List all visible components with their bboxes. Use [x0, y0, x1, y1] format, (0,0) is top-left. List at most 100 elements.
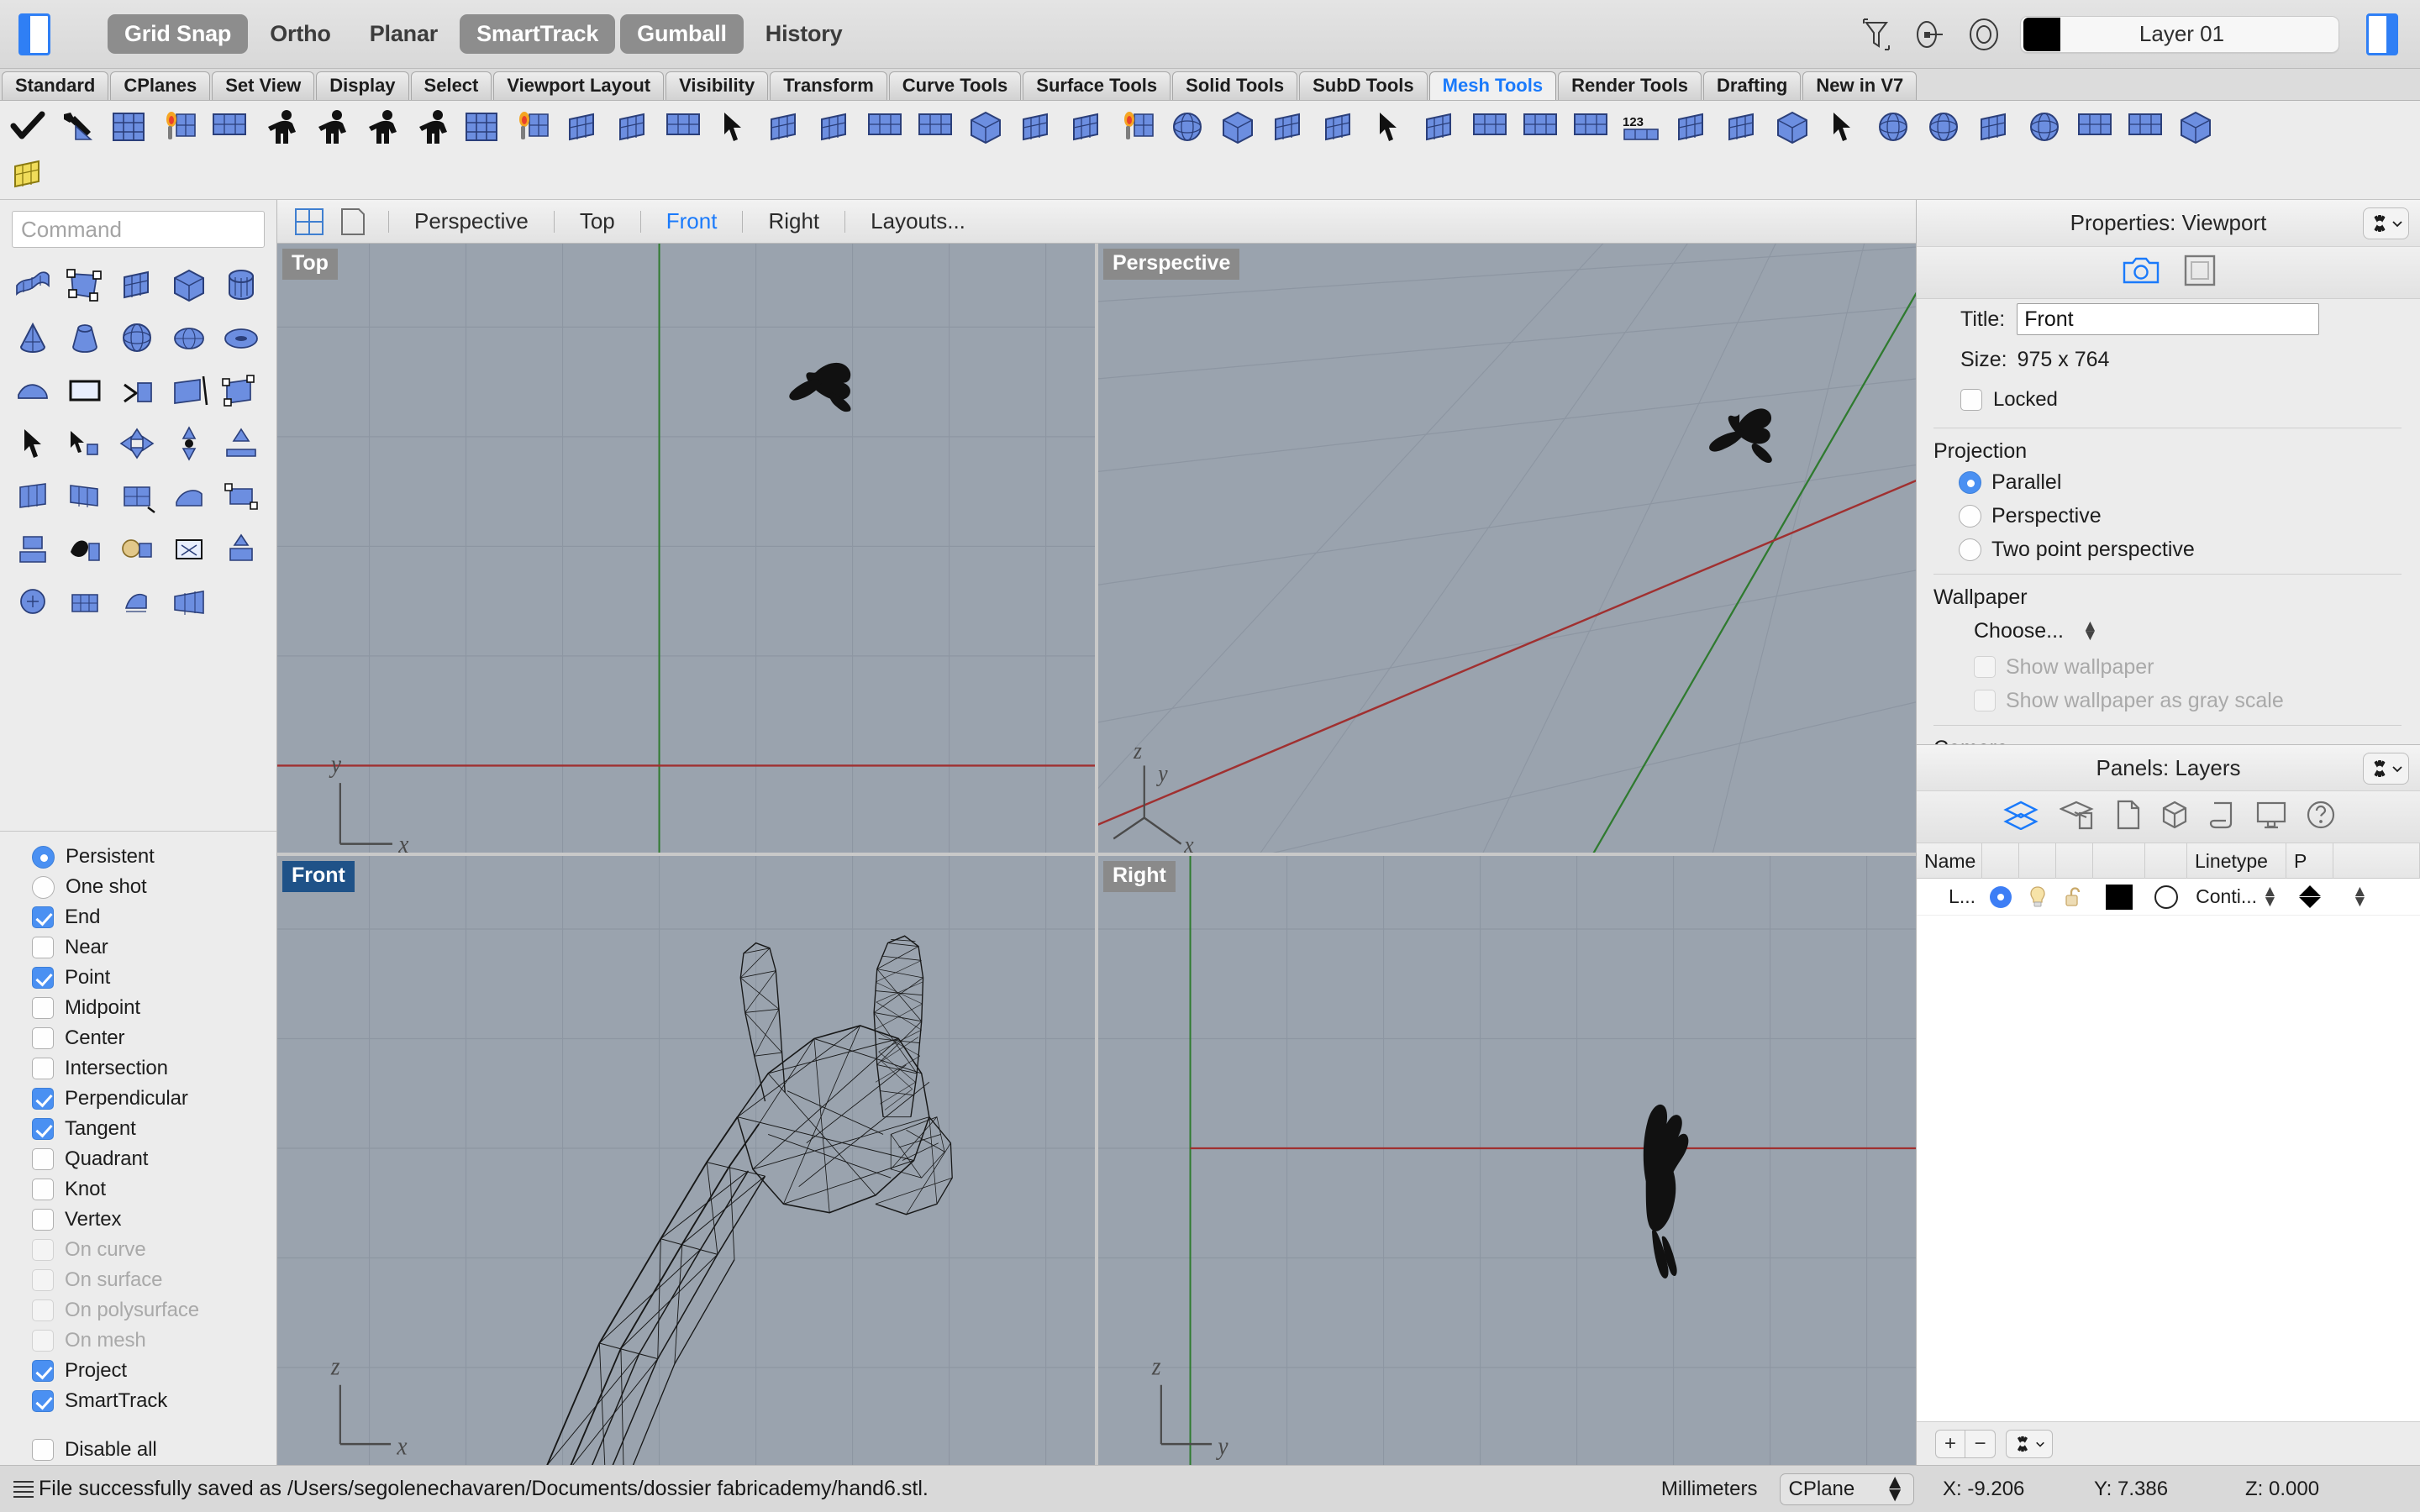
layer-col-current[interactable] — [1982, 843, 2019, 879]
tab-mesh-tools[interactable]: Mesh Tools — [1428, 71, 1557, 100]
chevron-updown-icon[interactable]: ▲ ▼ — [2352, 884, 2368, 910]
record-icon[interactable] — [1966, 15, 2002, 54]
layer-col-linetype[interactable]: Linetype — [2187, 843, 2286, 879]
toggle-grid-snap[interactable]: Grid Snap — [108, 14, 249, 54]
mesh-align-icon[interactable] — [113, 471, 161, 522]
mesh-vertex-icon[interactable] — [1516, 104, 1565, 150]
osnap-checkbox[interactable] — [32, 1058, 54, 1079]
mesh-cone-icon[interactable] — [1667, 104, 1716, 150]
mesh-offset-icon[interactable] — [8, 524, 57, 575]
toggle-gumball[interactable]: Gumball — [620, 14, 744, 54]
four-view-layout-icon[interactable] — [292, 207, 326, 237]
mesh-close-icon[interactable] — [8, 577, 57, 627]
osnap-project[interactable]: Project — [32, 1356, 276, 1386]
viewport-top[interactable]: y x Top — [277, 244, 1095, 853]
chevron-updown-icon[interactable]: ▲ ▼ — [2262, 884, 2278, 910]
osnap-mode-radio[interactable] — [32, 875, 55, 899]
mesh-extract-icon[interactable] — [217, 471, 266, 522]
layers-sublayer-icon[interactable] — [2058, 800, 2096, 834]
viewport-right[interactable]: z y Right — [1098, 856, 1916, 1465]
tab-transform[interactable]: Transform — [770, 71, 887, 100]
quad-remesh-icon[interactable] — [457, 104, 506, 150]
mesh-table-icon[interactable] — [1869, 104, 1918, 150]
check-mesh-icon[interactable] — [3, 104, 52, 150]
remove-layer-button[interactable]: − — [1965, 1429, 1996, 1458]
viewport-tab-top[interactable]: Top — [568, 208, 627, 234]
mesh-box-icon[interactable] — [1113, 104, 1161, 150]
tab-render-tools[interactable]: Render Tools — [1558, 71, 1702, 100]
mesh-quad-icon[interactable] — [760, 104, 808, 150]
mesh-plane-yellow-icon[interactable] — [3, 151, 52, 197]
mesh-split-icon[interactable] — [165, 365, 213, 416]
layer-current-radio[interactable] — [1982, 885, 2019, 908]
tab-new-in-v7[interactable]: New in V7 — [1802, 71, 1918, 100]
mesh-fill-all-icon[interactable] — [217, 524, 266, 575]
mesh-weld-icon[interactable] — [8, 471, 57, 522]
toggle-history[interactable]: History — [749, 14, 860, 54]
osnap-end[interactable]: End — [32, 902, 276, 932]
layer-col-extra[interactable] — [2333, 843, 2420, 879]
osnap-checkbox[interactable] — [32, 997, 54, 1019]
left-panel-toggle-icon[interactable] — [18, 13, 50, 55]
osnap-checkbox[interactable] — [32, 967, 54, 989]
projection-perspective-row[interactable]: Perspective — [1917, 499, 2420, 533]
locked-checkbox[interactable] — [1960, 389, 1982, 411]
osnap-checkbox[interactable] — [32, 1390, 54, 1412]
layers-icon[interactable] — [2002, 800, 2039, 834]
tab-surface-tools[interactable]: Surface Tools — [1023, 71, 1171, 100]
viewport-frame-icon[interactable] — [2184, 255, 2216, 291]
mesh-boolean-icon[interactable] — [709, 104, 758, 150]
osnap-intersection[interactable]: Intersection — [32, 1053, 276, 1084]
osnap-checkbox[interactable] — [32, 937, 54, 958]
tab-display[interactable]: Display — [316, 71, 409, 100]
mesh-from-nurbs-icon[interactable] — [8, 365, 57, 416]
layers-gear-dropdown-icon[interactable] — [2363, 753, 2409, 785]
osnap-vertex[interactable]: Vertex — [32, 1205, 276, 1235]
osnap-point[interactable]: Point — [32, 963, 276, 993]
tab-viewport-layout[interactable]: Viewport Layout — [493, 71, 665, 100]
mesh-point-select-icon[interactable] — [60, 418, 109, 469]
osnap-disable-all-checkbox[interactable] — [32, 1439, 54, 1461]
osnap-checkbox[interactable] — [32, 1027, 54, 1049]
hamburger-icon[interactable] — [13, 1480, 34, 1498]
object-icon[interactable] — [2160, 800, 2189, 834]
viewport-tab-right[interactable]: Right — [756, 208, 831, 234]
mesh-smooth-icon[interactable] — [165, 577, 213, 627]
mesh-intersect-icon[interactable] — [1012, 104, 1060, 150]
mesh-sphere-icon[interactable] — [1062, 104, 1111, 150]
unlocked-padlock-icon[interactable] — [2056, 885, 2093, 909]
viewport-tab-front[interactable]: Front — [655, 208, 729, 234]
tab-select[interactable]: Select — [410, 71, 492, 100]
mesh-edge-select-icon[interactable] — [113, 418, 161, 469]
osnap-center[interactable]: Center — [32, 1023, 276, 1053]
tab-set-view[interactable]: Set View — [212, 71, 315, 100]
mesh-split-icon[interactable] — [558, 104, 607, 150]
mesh-plane-icon[interactable] — [113, 260, 161, 310]
osnap-checkbox[interactable] — [32, 1148, 54, 1170]
layer-color-swatch[interactable] — [2023, 17, 2060, 51]
mesh-polygon-icon[interactable] — [1566, 104, 1615, 150]
layer-col-name[interactable]: Name — [1917, 843, 1982, 879]
layer-col-material[interactable] — [2145, 843, 2187, 879]
projection-perspective-radio[interactable] — [1959, 504, 1981, 528]
mesh-smooth-icon[interactable] — [1415, 104, 1464, 150]
projection-parallel-row[interactable]: Parallel — [1917, 465, 2420, 499]
layer-col-print[interactable]: P — [2286, 843, 2333, 879]
mesh-from-closed-polyline-icon[interactable] — [155, 104, 203, 150]
osnap-mode-persistent[interactable]: Persistent — [32, 842, 276, 872]
properties-gear-dropdown-icon[interactable] — [2363, 207, 2409, 239]
weld-mesh-icon[interactable] — [911, 104, 960, 150]
viewport-perspective[interactable]: z y x Perspective — [1098, 244, 1916, 853]
scroll-icon[interactable] — [2209, 800, 2236, 834]
layer-name-cell[interactable]: L... — [1917, 885, 1982, 908]
osnap-disable-all[interactable]: Disable all — [32, 1435, 276, 1465]
command-input[interactable] — [12, 211, 265, 248]
osnap-checkbox[interactable] — [32, 1179, 54, 1200]
mesh-cone-icon[interactable] — [8, 312, 57, 363]
chevron-updown-icon[interactable]: ▲ ▼ — [2082, 617, 2098, 643]
toggle-ortho[interactable]: Ortho — [253, 14, 348, 54]
mesh-pointer-icon[interactable] — [165, 471, 213, 522]
mesh-fill-hole-icon[interactable] — [165, 524, 213, 575]
mesh-trim-icon[interactable] — [113, 365, 161, 416]
mesh-match-icon[interactable] — [1314, 104, 1363, 150]
